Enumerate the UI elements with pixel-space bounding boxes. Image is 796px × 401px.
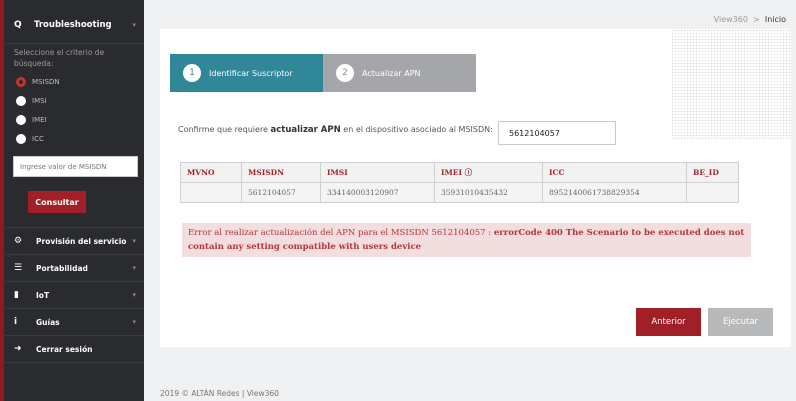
breadcrumb: View360 > Inicio [714,15,786,24]
error-alert: Error al realizar actualización del APN … [182,223,751,257]
menu-label: IoT [36,290,50,300]
document-icon: ▮ [14,290,19,300]
header-msisdn: MSISDN [241,162,321,183]
footer: 2019 © ALTÁN Redes | View360 [160,389,279,398]
subscriber-table: MVNO MSISDN IMSI IMEI ⓘ ICC BE_ID 561210… [180,162,739,203]
gears-icon: ⚙ [14,236,23,246]
radio-unselected-icon [16,95,26,106]
menu-label: Guías [36,317,60,327]
confirm-text-before: Confirme que requiere [178,125,271,134]
troubleshooting-header[interactable]: Q Troubleshooting ▾ [4,6,144,44]
menu-label: Portabilidad [36,263,88,273]
msisdn-search-input[interactable]: Ingrese valor de MSISDN [13,156,138,177]
step-number: 1 [183,64,201,82]
menu-label: Provisión del servicio [36,236,127,246]
header-icc: ICC [542,162,687,183]
menu-label: Cerrar sesión [36,344,93,354]
menu-item-logout[interactable]: ➜ Cerrar sesión [4,336,144,363]
step-number: 2 [336,64,354,82]
menu-item-guides[interactable]: i Guías ▾ [4,309,144,336]
radio-unselected-icon [16,133,26,144]
main-panel: 1 Identificar Suscriptor 2 Actualizar AP… [160,29,791,347]
menu-item-portability[interactable]: ☰ Portabilidad ▾ [4,255,144,282]
header-imsi: IMSI [320,162,435,183]
breadcrumb-current: Inicio [764,15,786,24]
radio-imsi[interactable]: IMSI [4,91,144,110]
radio-label: IMSI [32,96,47,105]
step-identify-subscriber[interactable]: 1 Identificar Suscriptor [170,54,323,92]
confirm-text-bold: actualizar APN [270,125,341,135]
chevron-down-icon: ▾ [132,318,136,326]
confirm-text-after: en el dispositivo asociado al MSISDN: [340,125,493,134]
error-prefix: Error al realizar actualización del APN … [188,228,494,238]
troubleshooting-title: Troubleshooting [34,19,112,30]
consult-button[interactable]: Consultar [28,191,86,213]
radio-icc[interactable]: ICC [4,129,144,148]
confirm-text: Confirme que requiere actualizar APN en … [178,125,493,135]
table-header-row: MVNO MSISDN IMSI IMEI ⓘ ICC BE_ID [180,162,739,183]
cell-be-id [686,182,739,203]
header-mvno: MVNO [180,162,242,183]
radio-label: MSISDN [32,77,60,86]
search-criteria-hint: Seleccione el criterio de búsqueda: [14,48,105,68]
step-update-apn[interactable]: 2 Actualizar APN [323,54,476,92]
chevron-down-icon: ▾ [132,237,136,245]
radio-imei[interactable]: IMEI [4,110,144,129]
step-label: Actualizar APN [362,68,421,78]
header-imei: IMEI ⓘ [434,162,543,183]
table-row: 5612104057 334140003120907 3593101043543… [180,182,739,203]
radio-label: ICC [32,134,44,143]
menu-item-provision[interactable]: ⚙ Provisión del servicio ▾ [4,228,144,255]
chevron-down-icon: ▾ [132,264,136,272]
search-icon: Q [14,19,22,30]
cell-imei: 35931010435432 [434,182,543,203]
chevron-down-icon: ▾ [132,20,136,29]
step-label: Identificar Suscriptor [209,68,293,78]
radio-label: IMEI [32,115,47,124]
cell-msisdn: 5612104057 [241,182,321,203]
sliders-icon: ☰ [14,263,23,273]
cell-mvno [180,182,242,203]
radio-msisdn[interactable]: MSISDN [4,72,144,91]
msisdn-field[interactable]: 5612104057 [498,121,616,145]
breadcrumb-parent[interactable]: View360 [714,15,748,24]
sidebar: Q Troubleshooting ▾ Seleccione el criter… [0,0,144,401]
previous-button[interactable]: Anterior [636,308,701,336]
cell-icc: 8952140061738829354 [542,182,687,203]
menu-item-iot[interactable]: ▮ IoT ▾ [4,282,144,309]
cell-imsi: 334140003120907 [320,182,435,203]
header-be-id: BE_ID [686,162,739,183]
info-icon: i [14,317,18,327]
decorative-pattern [671,29,791,139]
execute-button[interactable]: Ejecutar [708,308,773,336]
chevron-down-icon: ▾ [132,291,136,299]
radio-unselected-icon [16,114,26,125]
breadcrumb-separator: > [753,15,760,24]
radio-selected-icon [16,76,26,87]
logout-icon: ➜ [14,344,22,354]
